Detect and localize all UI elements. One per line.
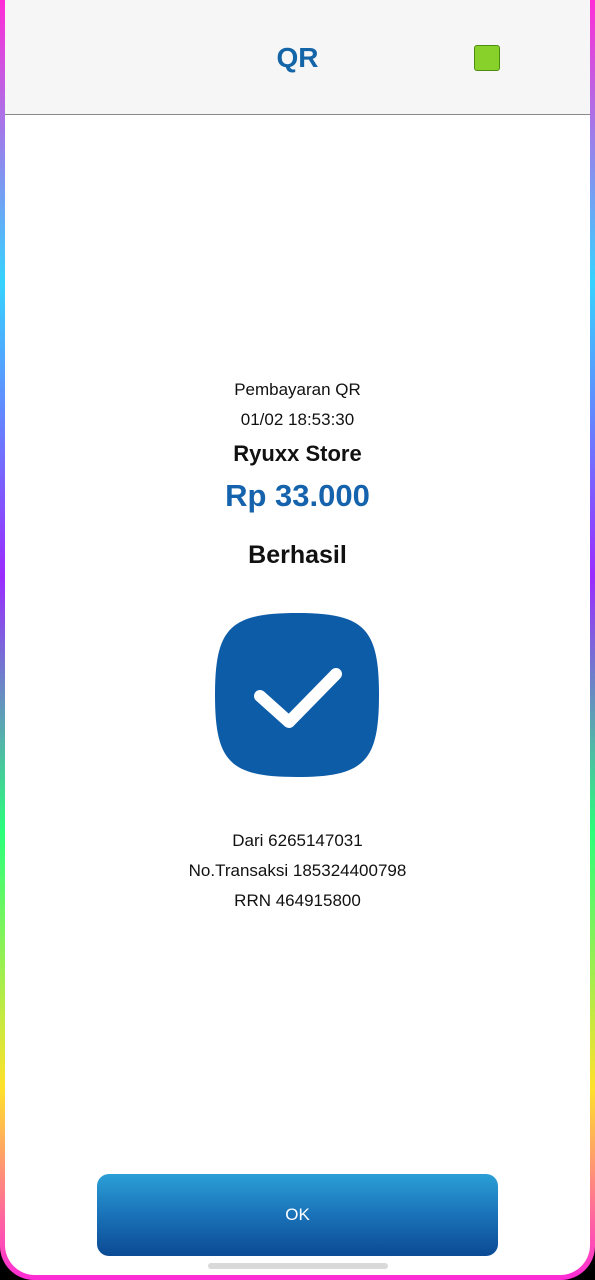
ok-button[interactable]: OK: [97, 1174, 498, 1256]
payment-amount: Rp 33.000: [225, 478, 370, 513]
rrn-number: RRN 464915800: [234, 891, 361, 910]
home-indicator[interactable]: [208, 1263, 388, 1269]
receipt-panel: Pembayaran QR 01/02 18:53:30 Ryuxx Store…: [5, 0, 590, 1275]
payment-type-label: Pembayaran QR: [234, 380, 361, 399]
success-check-icon: [214, 612, 380, 778]
transaction-number: No.Transaksi 185324400798: [188, 861, 407, 880]
transaction-datetime: 01/02 18:53:30: [240, 410, 355, 429]
payment-status: Berhasil: [248, 541, 347, 569]
merchant-name: Ryuxx Store: [233, 441, 362, 466]
app-screen: QR Pembayaran QR 01/02 18:53:30 Ryuxx St…: [5, 0, 590, 1275]
sender-account: Dari 6265147031: [232, 831, 363, 850]
